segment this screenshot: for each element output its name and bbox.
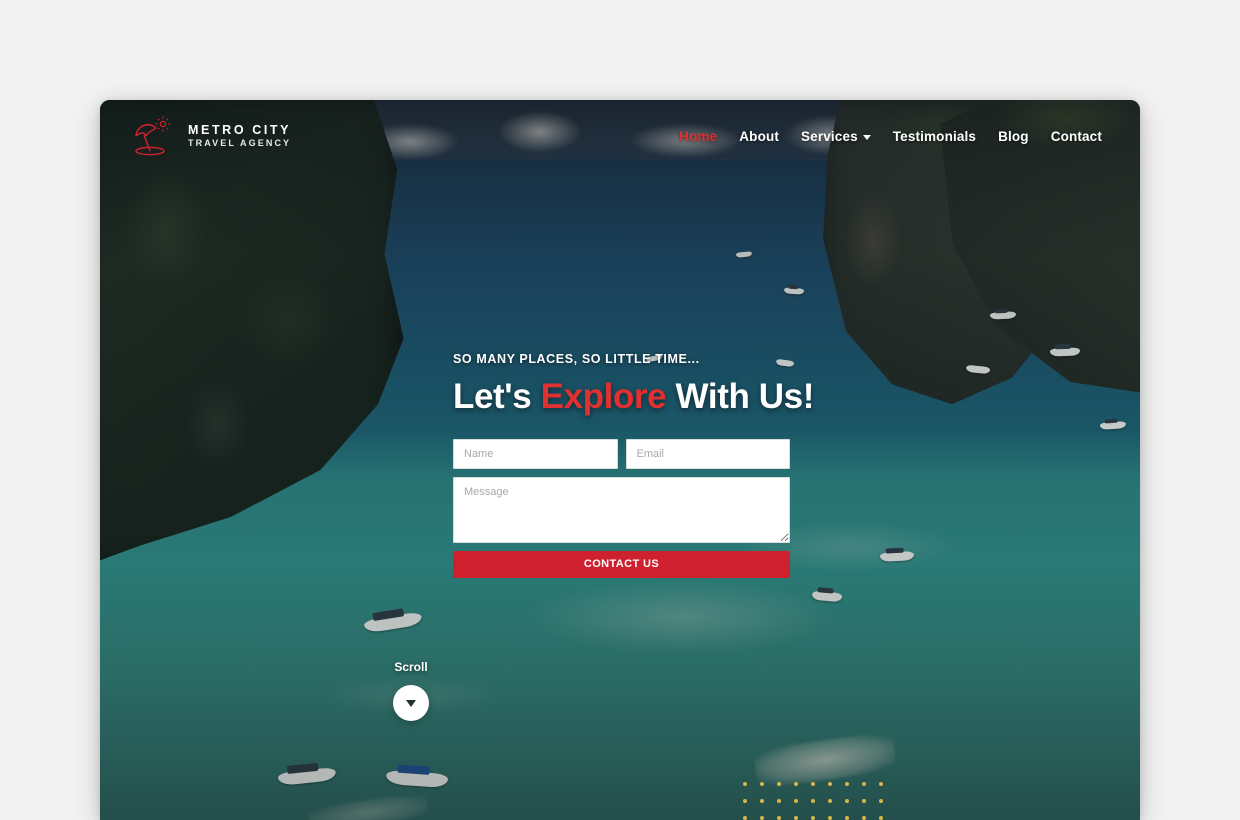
nav-item-contact[interactable]: Contact: [1051, 129, 1102, 144]
hero-tagline: SO MANY PLACES, SO LITTLE TIME...: [453, 352, 700, 366]
chevron-down-icon: [862, 134, 871, 140]
decorative-dot: [760, 816, 764, 820]
decorative-dot: [845, 782, 849, 786]
email-input[interactable]: [625, 438, 790, 469]
decorative-dot: [777, 816, 781, 820]
decorative-dot: [777, 799, 781, 803]
nav-item-services-label: Services: [801, 128, 858, 144]
brand-text: METRO CITY TRAVEL AGENCY: [188, 123, 291, 150]
nav-item-services[interactable]: Services: [801, 129, 871, 144]
decorative-dot: [794, 816, 798, 820]
beach-umbrella-icon: [135, 116, 171, 156]
contact-form: CONTACT US: [453, 438, 790, 578]
decorative-dot: [862, 816, 866, 820]
website-preview-card: METRO CITY TRAVEL AGENCY Home About Serv…: [100, 100, 1140, 820]
decorative-dot: [862, 782, 866, 786]
hero-section: SO MANY PLACES, SO LITTLE TIME... Let's …: [453, 352, 814, 578]
decorative-dot: [828, 782, 832, 786]
decorative-dot-grid: [743, 782, 889, 820]
decorative-dot: [828, 799, 832, 803]
hero-title-accent: Explore: [540, 377, 667, 416]
hero-title-before: Let's: [453, 377, 541, 416]
scroll-label: Scroll: [394, 660, 428, 674]
decorative-dot: [828, 816, 832, 820]
site-header: METRO CITY TRAVEL AGENCY Home About Serv…: [100, 100, 1140, 172]
decorative-dot: [794, 782, 798, 786]
brand-logo[interactable]: METRO CITY TRAVEL AGENCY: [130, 116, 291, 156]
hero-title-after: With Us!: [666, 377, 815, 416]
decorative-dot: [811, 799, 815, 803]
message-input[interactable]: [453, 476, 790, 543]
decorative-dot: [811, 782, 815, 786]
decorative-dot: [743, 816, 747, 820]
nav-item-home[interactable]: Home: [679, 129, 717, 144]
brand-name: METRO CITY: [188, 122, 292, 137]
main-navigation: Home About Services Testimonials Blog Co…: [679, 129, 1102, 144]
decorative-dot: [743, 799, 747, 803]
nav-item-about[interactable]: About: [739, 129, 779, 144]
name-email-row: [453, 438, 790, 469]
decorative-dot: [760, 799, 764, 803]
decorative-dot: [794, 799, 798, 803]
chevron-down-icon: [406, 699, 416, 707]
decorative-dot: [777, 782, 781, 786]
decorative-dot: [845, 816, 849, 820]
decorative-dot: [879, 799, 883, 803]
decorative-dot: [879, 816, 883, 820]
decorative-dot: [743, 782, 747, 786]
hero-title: Let's Explore With Us!: [453, 377, 814, 416]
decorative-dot: [879, 782, 883, 786]
scroll-down-button[interactable]: [393, 685, 429, 721]
nav-item-testimonials[interactable]: Testimonials: [893, 129, 976, 144]
decorative-dot: [811, 816, 815, 820]
decorative-dot: [760, 782, 764, 786]
contact-us-button[interactable]: CONTACT US: [453, 550, 790, 578]
nav-item-blog[interactable]: Blog: [998, 129, 1029, 144]
brand-tagline: TRAVEL AGENCY: [188, 138, 292, 149]
scroll-indicator: Scroll: [100, 660, 1140, 721]
decorative-dot: [862, 799, 866, 803]
name-input[interactable]: [453, 438, 618, 469]
decorative-dot: [845, 799, 849, 803]
